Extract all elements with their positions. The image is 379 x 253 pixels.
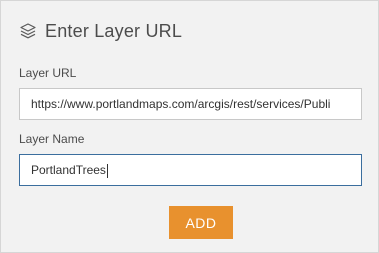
enter-layer-url-panel: Enter Layer URL Layer URL https://www.po… xyxy=(0,0,379,253)
layer-url-input[interactable]: https://www.portlandmaps.com/arcgis/rest… xyxy=(19,88,362,120)
text-caret xyxy=(106,163,108,178)
layer-url-value: https://www.portlandmaps.com/arcgis/rest… xyxy=(31,97,331,111)
layers-icon xyxy=(19,22,37,40)
add-button[interactable]: ADD xyxy=(169,206,233,239)
layer-name-input[interactable]: PortlandTrees xyxy=(19,154,362,186)
panel-header: Enter Layer URL xyxy=(19,18,182,44)
layer-name-label: Layer Name xyxy=(19,132,85,146)
layer-name-value: PortlandTrees xyxy=(31,163,106,177)
page-title: Enter Layer URL xyxy=(45,20,183,41)
layer-url-label: Layer URL xyxy=(19,66,77,80)
